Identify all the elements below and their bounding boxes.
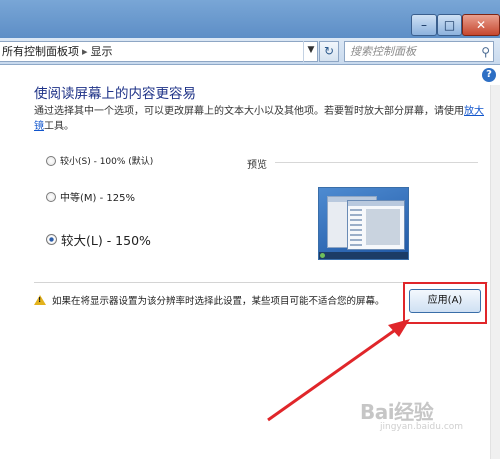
- chevron-down-icon[interactable]: ▼: [303, 41, 318, 62]
- scrollbar[interactable]: [490, 85, 500, 459]
- preview-taskbar: [319, 252, 408, 259]
- window-title-bar: – □ ✕: [0, 0, 500, 38]
- minimize-icon: –: [421, 18, 427, 32]
- description-text: 通过选择其中一个选项，可以更改屏幕上的文本大小以及其他项。若要暂时放大部分屏幕，…: [34, 106, 464, 117]
- watermark: Bai经验 jingyan.baidu.com: [360, 396, 463, 432]
- search-placeholder: 搜索控制面板: [350, 45, 416, 58]
- maximize-button[interactable]: □: [437, 14, 462, 36]
- search-input[interactable]: 搜索控制面板 ⚲: [344, 41, 494, 62]
- option-smaller[interactable]: 较小(S) - 100% (默认): [46, 154, 153, 167]
- option-medium[interactable]: 中等(M) - 125%: [46, 189, 135, 204]
- warning-mark: !: [38, 296, 42, 304]
- radio-medium[interactable]: [46, 191, 56, 202]
- preview-divider: [275, 162, 478, 163]
- option-smaller-label: 较小(S) - 100% (默认): [60, 157, 154, 167]
- breadcrumb-item-control-panel[interactable]: 所有控制面板项: [2, 45, 79, 58]
- description-suffix: 工具。: [44, 121, 74, 132]
- chevron-right-icon[interactable]: ▸: [82, 45, 88, 58]
- breadcrumb[interactable]: 所有控制面板项 ▸ 显示: [0, 41, 318, 62]
- minimize-button[interactable]: –: [411, 14, 437, 36]
- radio-larger[interactable]: [46, 234, 57, 245]
- breadcrumb-item-display[interactable]: 显示: [91, 45, 113, 58]
- maximize-icon: □: [443, 18, 456, 32]
- help-icon[interactable]: ?: [482, 68, 496, 82]
- search-icon[interactable]: ⚲: [481, 43, 490, 62]
- close-button[interactable]: ✕: [462, 14, 500, 36]
- option-medium-label: 中等(M) - 125%: [60, 193, 135, 204]
- apply-button[interactable]: 应用(A): [409, 289, 481, 313]
- watermark-url: jingyan.baidu.com: [380, 422, 464, 432]
- preview-image: [318, 187, 409, 260]
- option-larger-label: 较大(L) - 150%: [61, 233, 151, 248]
- address-bar: 所有控制面板项 ▸ 显示 ▼ ↻ 搜索控制面板 ⚲: [0, 38, 500, 65]
- option-larger[interactable]: 较大(L) - 150%: [46, 230, 151, 249]
- refresh-icon: ↻: [323, 44, 335, 58]
- preview-window-front: [347, 200, 405, 250]
- page-title: 使阅读屏幕上的内容更容易: [34, 86, 196, 102]
- watermark-logo: Bai经验: [360, 400, 434, 424]
- preview-label: 预览: [247, 160, 267, 171]
- radio-smaller[interactable]: [46, 155, 56, 166]
- refresh-button[interactable]: ↻: [319, 41, 339, 62]
- page-description: 通过选择其中一个选项，可以更改屏幕上的文本大小以及其他项。若要暂时放大部分屏幕，…: [34, 104, 489, 134]
- content-pane: ? 使阅读屏幕上的内容更容易 通过选择其中一个选项，可以更改屏幕上的文本大小以及…: [0, 65, 500, 459]
- warning-text: 如果在将显示器设置为该分辨率时选择此设置，某些项目可能不适合您的屏幕。: [52, 296, 385, 307]
- close-icon: ✕: [475, 18, 487, 32]
